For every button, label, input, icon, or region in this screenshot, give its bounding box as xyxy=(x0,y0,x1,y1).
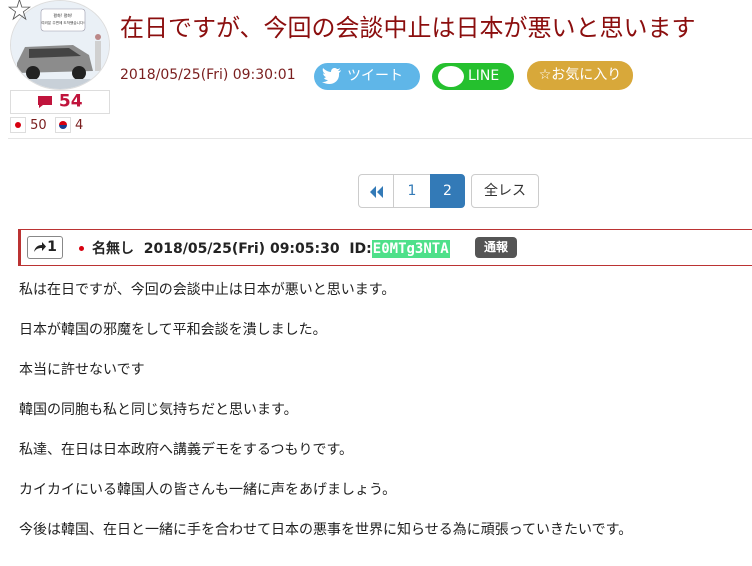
reply-button[interactable]: 1 xyxy=(27,236,63,259)
reply-arrow-icon xyxy=(34,242,47,252)
poster-id[interactable]: E0MTg3NTA xyxy=(371,240,450,258)
post-line: カイカイにいる韓国人の皆さんも一緒に声をあげましょう。 xyxy=(19,482,397,498)
twitter-bird-icon xyxy=(322,67,342,85)
post-meta: 名無し 2018/05/25(Fri) 09:05:30 ID:E0MTg3NT… xyxy=(92,238,450,258)
double-chevron-left-icon[interactable] xyxy=(358,174,394,208)
poster-name: 名無し xyxy=(92,241,134,257)
post-line: 本当に許せないです xyxy=(19,362,145,378)
japan-count: 50 xyxy=(30,117,47,133)
comment-count-badge[interactable]: 54 xyxy=(10,90,110,114)
country-counts: 50 4 xyxy=(10,117,87,137)
star-outline-icon[interactable]: ☆ xyxy=(6,0,33,26)
post-line: 私は在日ですが、今回の会談中止は日本が悪いと思います。 xyxy=(19,282,396,298)
korea-flag-icon xyxy=(54,117,71,133)
line-label: LINE xyxy=(468,68,500,84)
thread-title: 在日ですが、今回の会談中止は日本が悪いと思います xyxy=(120,14,696,42)
line-share-button[interactable]: LINE xyxy=(432,63,514,90)
pagination: 1 2 全レス xyxy=(358,174,539,208)
thread-datetime: 2018/05/25(Fri) 09:30:01 xyxy=(120,67,296,83)
page-2-button[interactable]: 2 xyxy=(430,174,465,208)
post-line: 今後は韓国、在日と一緒に手を合わせて日本の悪事を世界に知らせる為に頑張っていきた… xyxy=(19,522,633,538)
post-header: 1 名無し 2018/05/25(Fri) 09:05:30 ID:E0MTg3… xyxy=(18,229,752,266)
tweet-label: ツイート xyxy=(347,68,403,84)
post-number: 1 xyxy=(47,239,57,255)
favorite-button[interactable]: ☆お気に入り xyxy=(527,61,633,90)
page-1-button[interactable]: 1 xyxy=(393,174,431,208)
svg-text:여러분 주변에 도착했습니다!: 여러분 주변에 도착했습니다! xyxy=(41,20,84,25)
line-bubble-icon xyxy=(438,66,464,87)
svg-text:평화! 평화!: 평화! 평화! xyxy=(53,12,72,18)
comment-count: 54 xyxy=(58,91,83,112)
post-line: 日本が韓国の邪魔をして平和会談を潰しました。 xyxy=(19,322,327,338)
japan-flag-icon xyxy=(10,117,26,133)
report-button[interactable]: 通報 xyxy=(475,237,517,258)
post-body: 私は在日ですが、今回の会談中止は日本が悪いと思います。 日本が韓国の邪魔をして平… xyxy=(19,282,632,562)
post-datetime: 2018/05/25(Fri) 09:05:30 xyxy=(143,241,340,257)
all-replies-button[interactable]: 全レス xyxy=(471,174,539,208)
korea-count: 4 xyxy=(74,117,84,133)
thumbnail-area: ☆ 평화! 평화! 여러분 주변에 도착했습니다! xyxy=(6,0,112,92)
divider xyxy=(8,138,752,139)
post-line: 韓国の同胞も私と同じ気持ちだと思います。 xyxy=(19,402,298,418)
speech-bubble-icon xyxy=(37,92,58,112)
post-line: 私達、在日は日本政府へ講義デモをするつもりです。 xyxy=(19,442,354,458)
id-label: ID: xyxy=(349,241,372,257)
tweet-button[interactable]: ツイート xyxy=(314,63,420,90)
japan-flag-icon xyxy=(79,246,84,251)
